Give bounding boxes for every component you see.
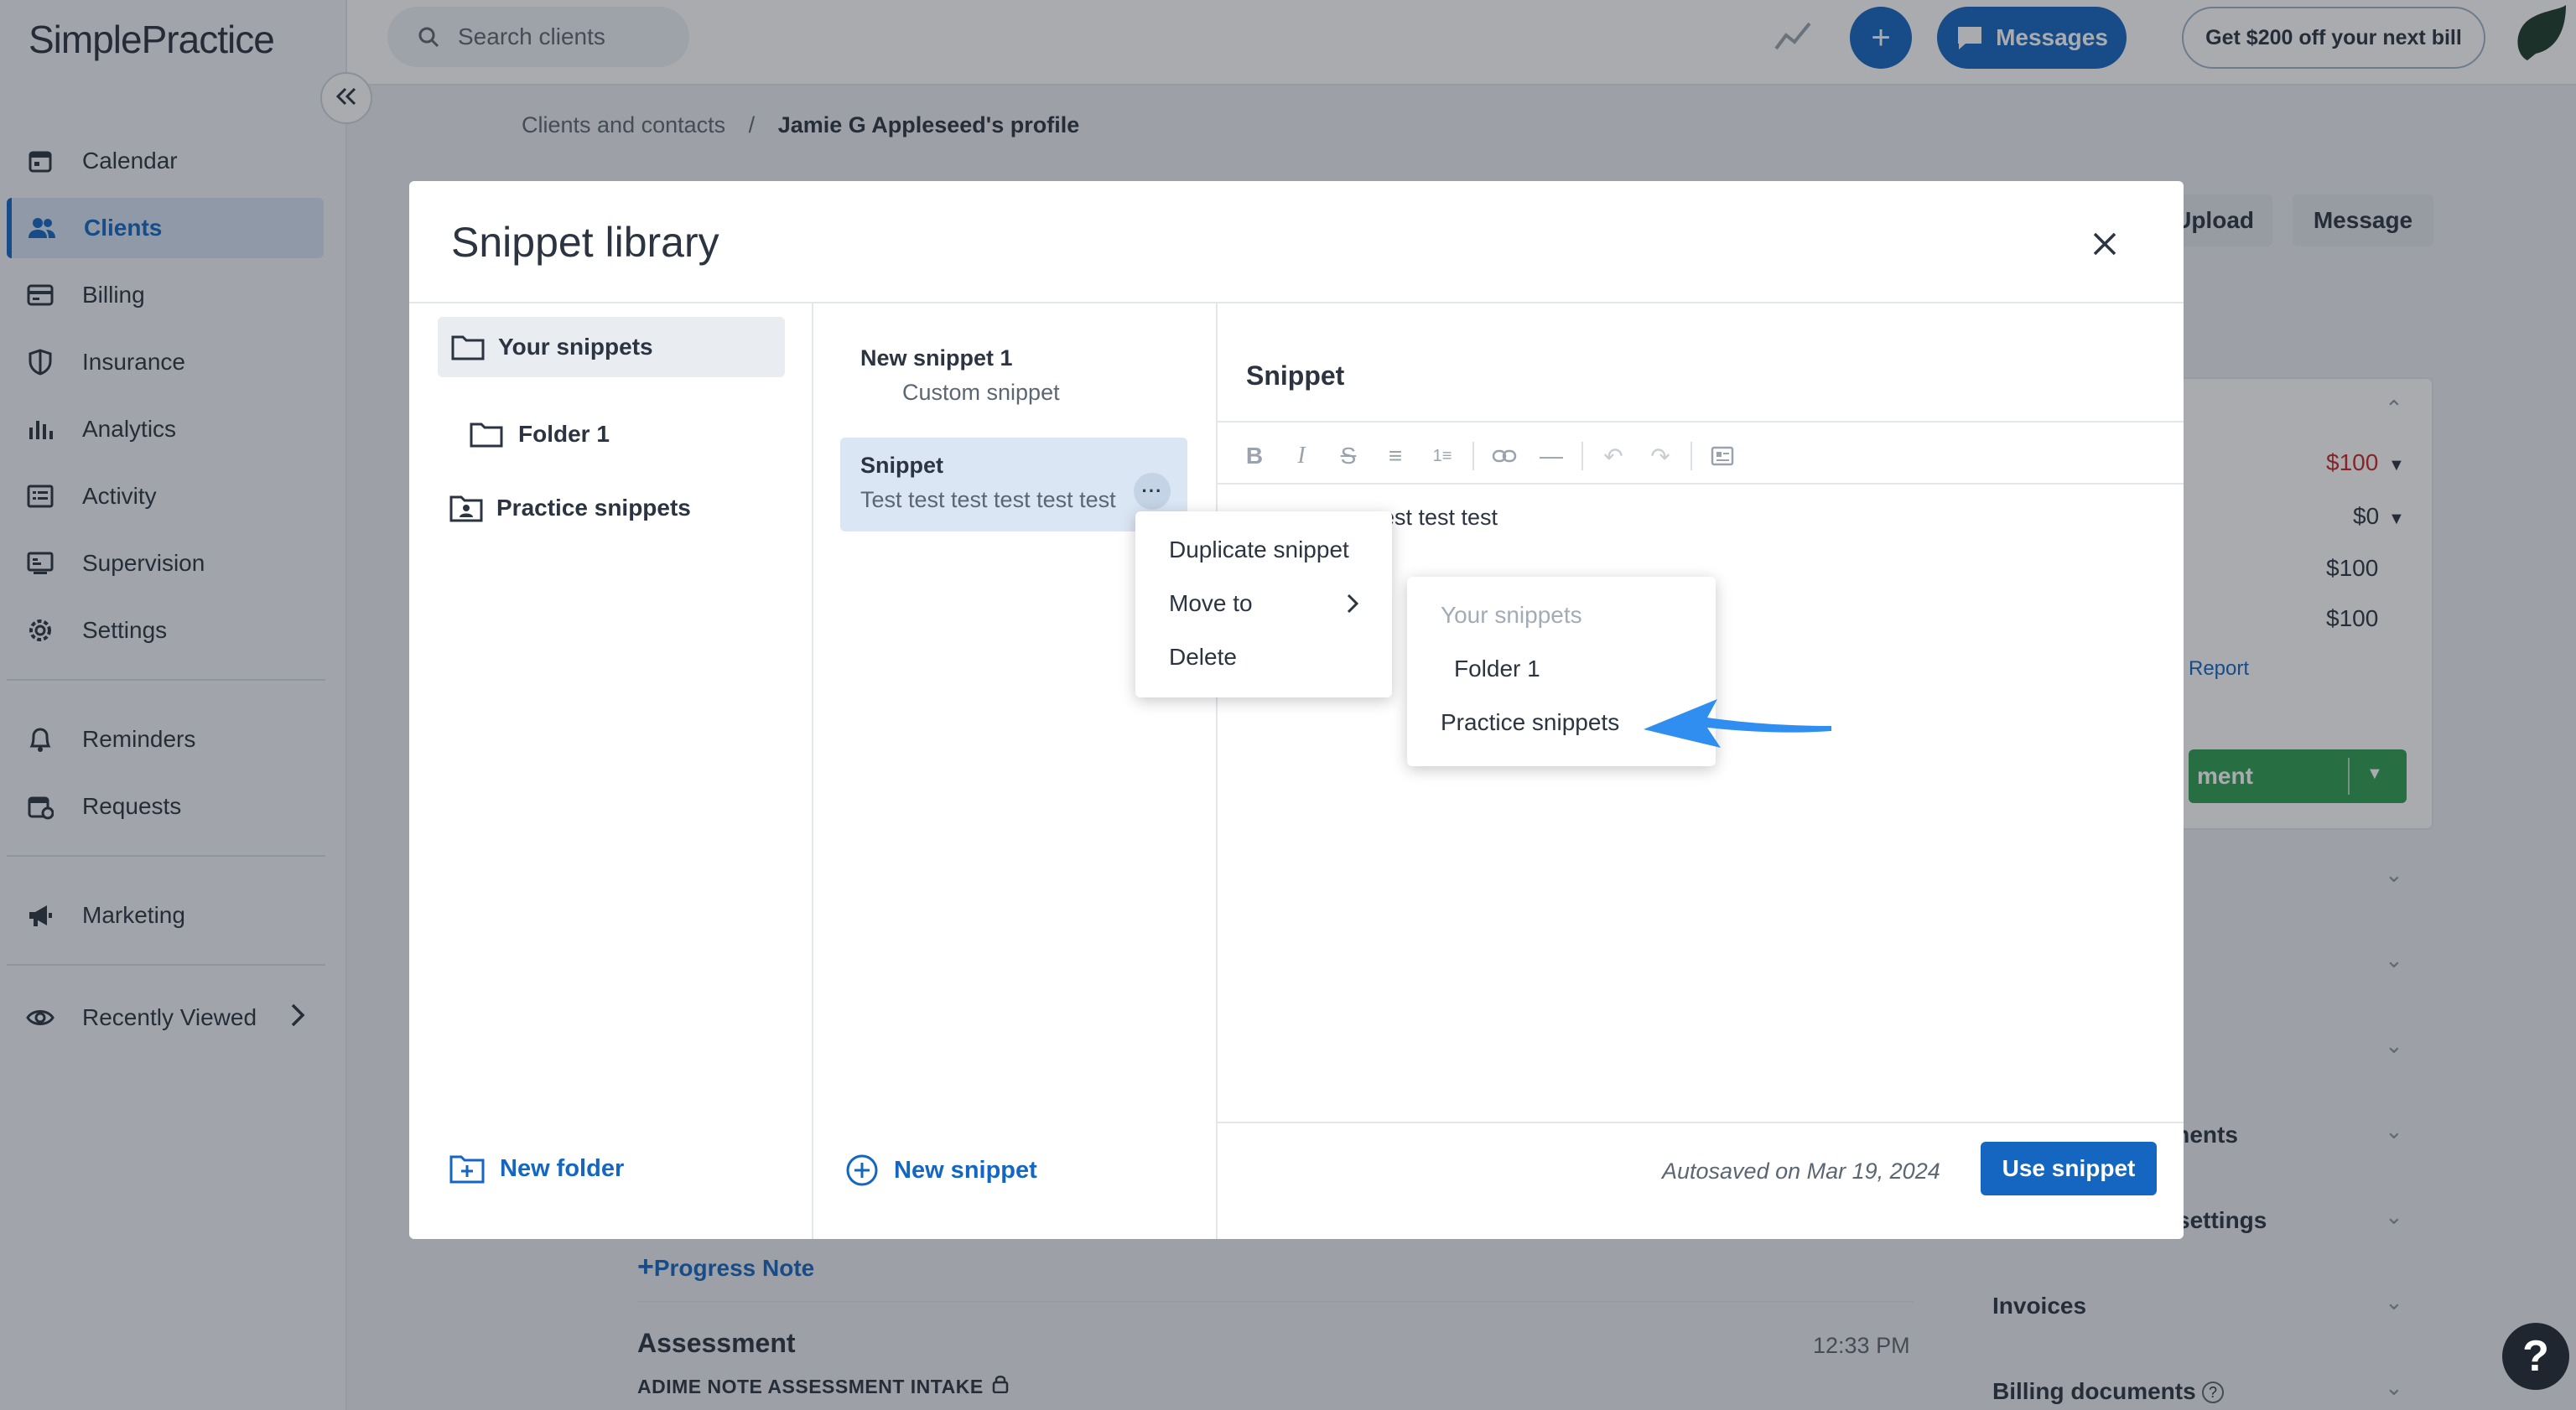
snippet-more-options-button[interactable]: ··· (1134, 473, 1171, 510)
folder-plus-icon (449, 1153, 485, 1184)
chevron-right-icon (1347, 594, 1358, 614)
modal-title: Snippet library (451, 219, 719, 266)
italic-icon[interactable]: I (1285, 439, 1318, 473)
delete-menu-item[interactable]: Delete (1135, 630, 1392, 684)
snippet-subtitle: Custom snippet (902, 380, 1060, 405)
plus-circle-icon (845, 1153, 879, 1187)
close-button[interactable] (2083, 225, 2127, 268)
new-folder-button[interactable]: New folder (449, 1153, 624, 1184)
move-to-label: Move to (1169, 590, 1253, 616)
editor-divider (1218, 421, 2184, 422)
editor-footer-divider (1218, 1122, 2184, 1123)
folder-practice-snippets[interactable]: Practice snippets (449, 478, 785, 538)
folder-label: Folder 1 (518, 421, 610, 447)
bullet-list-icon[interactable]: ≡ (1379, 439, 1412, 473)
numbered-list-icon[interactable]: 1≡ (1426, 439, 1459, 473)
folder-label: Your snippets (498, 334, 653, 360)
annotation-arrow-icon (1640, 692, 1835, 769)
folders-panel: Your snippets Folder 1 Practice snippets… (409, 303, 813, 1239)
redo-icon[interactable]: ↷ (1644, 439, 1677, 473)
smart-field-icon[interactable] (1706, 439, 1739, 473)
editor-body[interactable]: est test test (1382, 505, 1498, 531)
editor-toolbar: B I S ≡ 1≡ — ↶ ↷ (1238, 439, 1739, 473)
help-button[interactable]: ? (2502, 1323, 2569, 1390)
move-to-menu-item[interactable]: Move to (1135, 577, 1392, 630)
snippet-editor: Snippet B I S ≡ 1≡ — ↶ ↷ est test test A… (1218, 303, 2184, 1239)
snippet-context-menu: Duplicate snippet Move to Delete (1135, 511, 1392, 697)
folder-your-snippets[interactable]: Your snippets (438, 317, 785, 377)
snippet-title: New snippet 1 (860, 345, 1013, 371)
folder-icon (451, 334, 485, 360)
autosave-status: Autosaved on Mar 19, 2024 (1662, 1159, 1940, 1184)
shared-folder-icon (449, 494, 483, 522)
snippet-title: Snippet (860, 453, 943, 478)
use-snippet-button[interactable]: Use snippet (1981, 1142, 2157, 1195)
submenu-item-folder-1[interactable]: Folder 1 (1407, 642, 1716, 696)
snippet-library-modal: Snippet library Your snippets Folder 1 P… (409, 181, 2184, 1239)
bold-icon[interactable]: B (1238, 439, 1271, 473)
new-snippet-button[interactable]: New snippet (845, 1153, 1037, 1187)
new-folder-label: New folder (500, 1154, 625, 1182)
horizontal-rule-icon[interactable]: — (1535, 439, 1568, 473)
folder-icon (470, 421, 503, 448)
editor-title[interactable]: Snippet (1246, 360, 1344, 391)
snippet-subtitle: Test test test test test test (860, 487, 1116, 512)
snippet-item[interactable]: New snippet 1 Custom snippet (840, 330, 1187, 421)
link-icon[interactable] (1488, 439, 1521, 473)
folder-label: Practice snippets (496, 495, 691, 521)
folder-folder-1[interactable]: Folder 1 (463, 404, 785, 464)
snippets-panel: New snippet 1 Custom snippet Snippet Tes… (813, 303, 1218, 1239)
submenu-item-your-snippets: Your snippets (1441, 602, 1582, 628)
undo-icon[interactable]: ↶ (1597, 439, 1630, 473)
ellipsis-icon: ··· (1141, 480, 1163, 501)
toolbar-divider (1218, 483, 2184, 485)
new-snippet-label: New snippet (894, 1156, 1037, 1184)
close-icon (2091, 231, 2118, 263)
duplicate-snippet-menu-item[interactable]: Duplicate snippet (1135, 523, 1392, 577)
strikethrough-icon[interactable]: S (1332, 439, 1365, 473)
